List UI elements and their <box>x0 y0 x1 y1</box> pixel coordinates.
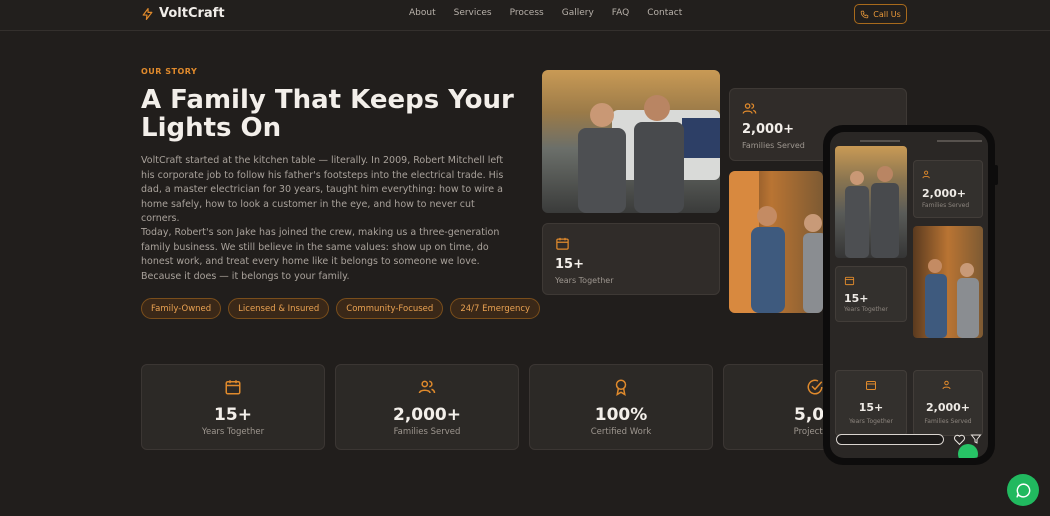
phone-electricians-photo <box>835 146 907 258</box>
calendar-icon <box>556 237 569 250</box>
filter-icon[interactable] <box>970 433 982 445</box>
stat-value: 100% <box>594 405 648 425</box>
phone-screen: 2,000+ Families Served 15+ Years Togethe… <box>830 132 988 458</box>
years-together-label: Years Together <box>555 276 614 285</box>
section-eyebrow: OUR STORY <box>141 67 198 76</box>
brand-logo[interactable]: VoltCraft <box>141 6 225 21</box>
nav-link-gallery[interactable]: Gallery <box>562 8 594 18</box>
phone-stat-label: Families Served <box>924 418 972 425</box>
tag-licensed: Licensed & Insured <box>228 298 330 319</box>
tag-emergency: 24/7 Emergency <box>450 298 541 319</box>
whatsapp-chat-button[interactable] <box>1007 474 1039 506</box>
stat-label: Certified Work <box>590 427 652 437</box>
handshake-photo <box>729 171 823 313</box>
chat-bubble-icon <box>1015 482 1030 498</box>
users-icon <box>942 380 951 390</box>
call-us-button[interactable]: Call Us <box>854 4 907 24</box>
phone-stat-value: 2,000+ <box>925 401 970 414</box>
nav-link-contact[interactable]: Contact <box>647 8 682 18</box>
stat-card-families: 2,000+ Families Served <box>335 364 519 450</box>
phone-families-label: Families Served <box>922 202 970 209</box>
phone-stat-value: 15+ <box>858 401 884 414</box>
families-served-value: 2,000+ <box>742 122 795 137</box>
families-served-label: Families Served <box>742 141 805 150</box>
stat-value: 2,000+ <box>392 405 462 425</box>
section-title: A Family That Keeps Your Lights On <box>141 85 514 143</box>
phone-families-value: 2,000+ <box>922 187 967 200</box>
tag-family-owned: Family-Owned <box>141 298 222 319</box>
story-paragraph-1: VoltCraft started at the kitchen table —… <box>141 155 504 224</box>
phone-icon <box>860 10 869 18</box>
phone-progress-bar <box>860 140 900 142</box>
users-icon <box>742 103 757 114</box>
phone-stat-years: 15+ Years Together <box>835 370 907 436</box>
nav-link-process[interactable]: Process <box>510 8 544 18</box>
stat-value: 15+ <box>214 405 252 425</box>
nav-link-services[interactable]: Services <box>454 8 492 18</box>
phone-mockup: 2,000+ Families Served 15+ Years Togethe… <box>823 125 995 465</box>
phone-address-bar[interactable] <box>836 434 944 445</box>
lightning-icon <box>142 7 153 20</box>
top-navbar: VoltCraft About Services Process Gallery… <box>0 0 1050 31</box>
nav-links: About Services Process Gallery FAQ Conta… <box>409 8 700 18</box>
years-together-value: 15+ <box>555 257 584 272</box>
users-icon <box>418 380 436 394</box>
stat-card-years: 15+ Years Together <box>141 364 325 450</box>
story-paragraph-2: Today, Robert's son Jake has joined the … <box>141 227 500 282</box>
award-icon <box>615 379 627 396</box>
years-together-card: 15+ Years Together <box>542 223 720 295</box>
phone-stat-families: 2,000+ Families Served <box>913 370 983 436</box>
calendar-icon <box>866 381 876 390</box>
nav-link-faq[interactable]: FAQ <box>612 8 629 18</box>
phone-years-label: Years Together <box>844 306 888 313</box>
tag-community: Community-Focused <box>336 298 444 319</box>
users-icon <box>922 170 930 179</box>
electricians-photo <box>542 70 720 213</box>
phone-years-value: 15+ <box>844 292 869 305</box>
stat-label: Families Served <box>393 427 461 437</box>
phone-stat-label: Years Together <box>849 418 893 425</box>
call-us-label: Call Us <box>873 9 901 19</box>
phone-progress-bar <box>937 140 982 142</box>
phone-families-card: 2,000+ Families Served <box>913 160 983 218</box>
stat-card-certified: 100% Certified Work <box>529 364 713 450</box>
phone-whatsapp-button[interactable] <box>958 444 978 458</box>
phone-years-card: 15+ Years Together <box>835 266 907 322</box>
calendar-icon <box>844 276 855 286</box>
brand-name: VoltCraft <box>159 6 225 21</box>
check-circle-icon <box>807 379 823 395</box>
calendar-icon <box>225 380 241 395</box>
phone-handshake-photo <box>913 226 983 338</box>
nav-link-about[interactable]: About <box>409 8 436 18</box>
value-tags: Family-Owned Licensed & Insured Communit… <box>141 298 541 319</box>
stat-label: Years Together <box>201 427 265 437</box>
